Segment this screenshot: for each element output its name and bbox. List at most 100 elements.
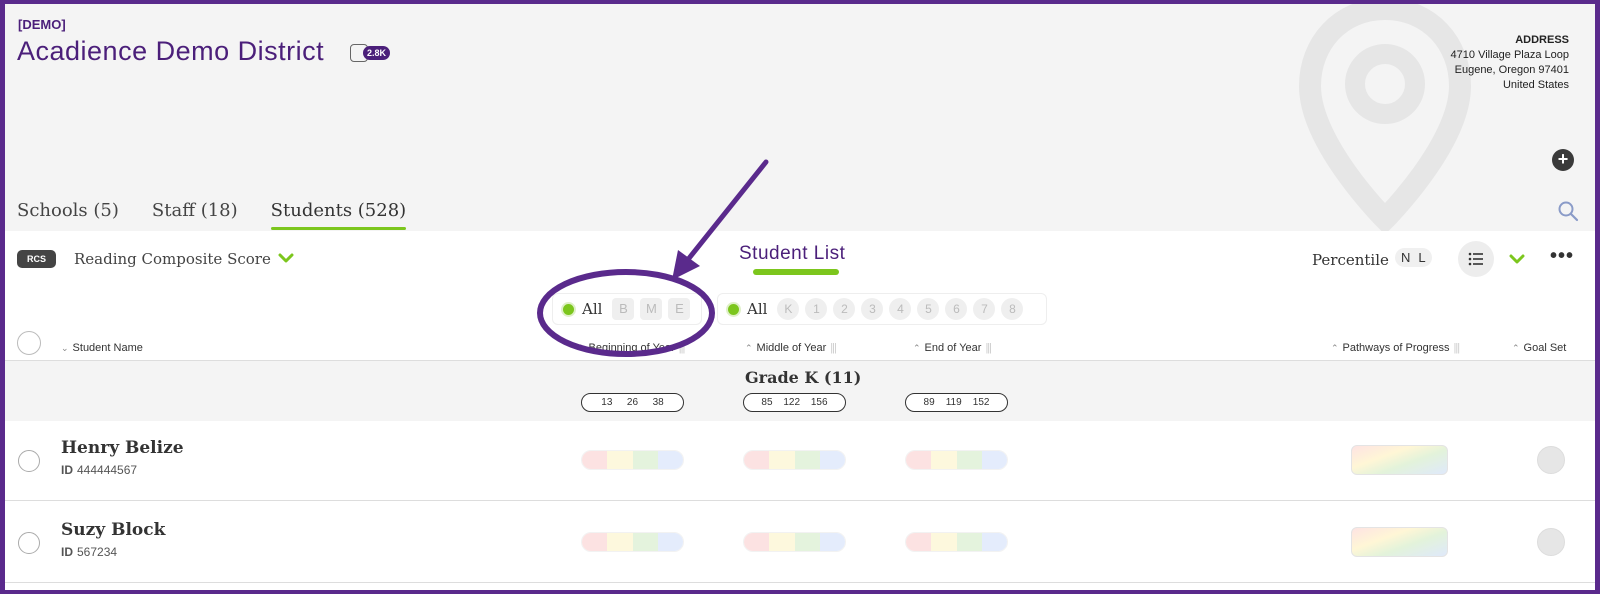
col-student-name[interactable]: ⌄ Student Name: [61, 342, 143, 354]
student-name[interactable]: Suzy Block: [61, 520, 165, 540]
table-row[interactable]: Henry Belize ID 444444567: [5, 421, 1595, 501]
col-boy-label: Beginning of Year: [588, 342, 675, 354]
col-boy[interactable]: ⌃ Beginning of Year |||: [577, 342, 686, 354]
student-id-value: 567234: [77, 545, 118, 559]
benchmark-value: 13: [601, 397, 613, 408]
student-id: ID 567234: [61, 545, 117, 559]
sort-icon: ⌃: [577, 343, 585, 353]
goal-set-indicator[interactable]: [1537, 446, 1565, 474]
row-checkbox[interactable]: [18, 532, 40, 554]
column-resize-icon: |||: [678, 342, 686, 354]
grade-chip-7[interactable]: 7: [973, 298, 996, 320]
grade-chip-6[interactable]: 6: [945, 298, 968, 320]
col-pathways[interactable]: ⌃ Pathways of Progress |||: [1331, 342, 1460, 354]
student-id-label: ID: [61, 545, 73, 559]
moy-score-bar[interactable]: [743, 532, 846, 552]
eoy-benchmark-pill: 89 119 152: [905, 393, 1008, 412]
more-options-icon[interactable]: •••: [1550, 246, 1574, 269]
grade-chip-3[interactable]: 3: [861, 298, 884, 320]
col-moy-label: Middle of Year: [756, 342, 827, 354]
tab-schools[interactable]: Schools (5): [17, 200, 119, 230]
measure-code-badge: RCS: [17, 250, 57, 268]
table-row[interactable]: Suzy Block ID 567234: [5, 503, 1595, 583]
grade-chip-1[interactable]: 1: [805, 298, 828, 320]
add-button[interactable]: +: [1552, 149, 1574, 171]
measure-label[interactable]: Reading Composite Score: [74, 250, 271, 268]
boy-score-bar[interactable]: [581, 532, 684, 552]
period-chip-b[interactable]: B: [612, 298, 635, 320]
benchmark-value: 38: [652, 397, 664, 408]
benchmark-value: 89: [923, 397, 935, 408]
tab-bar: Schools (5) Staff (18) Students (528): [17, 200, 439, 230]
eoy-score-bar[interactable]: [905, 450, 1008, 470]
col-student-name-label: Student Name: [72, 342, 143, 354]
tab-staff[interactable]: Staff (18): [152, 200, 238, 230]
eoy-score-bar[interactable]: [905, 532, 1008, 552]
grade-filter: All K 1 2 3 4 5 6 7 8: [717, 293, 1047, 325]
demo-tag: [DEMO]: [18, 17, 66, 32]
period-all-label[interactable]: All: [582, 300, 602, 318]
tab-students[interactable]: Students (528): [270, 200, 406, 230]
location-pin-watermark-icon: [1298, 4, 1472, 234]
badge-count: 2.8K: [363, 46, 391, 60]
boy-score-bar[interactable]: [581, 450, 684, 470]
grade-chip-4[interactable]: 4: [889, 298, 912, 320]
benchmark-value: 85: [761, 397, 773, 408]
benchmark-value: 122: [783, 397, 801, 408]
period-filter: All B M E: [552, 293, 702, 325]
toggle-n[interactable]: N: [1401, 250, 1410, 265]
col-moy[interactable]: ⌃ Middle of Year |||: [745, 342, 837, 354]
norms-toggle[interactable]: N L: [1395, 248, 1432, 267]
pathways-chart[interactable]: [1351, 445, 1448, 475]
address-heading: ADDRESS: [1515, 34, 1569, 46]
grade-chip-k[interactable]: K: [777, 298, 800, 320]
period-chip-m[interactable]: M: [640, 298, 663, 320]
benchmark-value: 152: [972, 397, 990, 408]
grade-group-label: Grade K (11): [745, 368, 862, 387]
sort-icon: ⌃: [1512, 343, 1520, 353]
sort-icon: ⌃: [745, 343, 753, 353]
address-block: ADDRESS 4710 Village Plaza Loop Eugene, …: [1451, 33, 1569, 93]
district-title: Acadience Demo District: [17, 36, 325, 66]
list-view-button[interactable]: [1458, 241, 1494, 277]
col-goal-set[interactable]: ⌃ Goal Set: [1512, 342, 1566, 354]
address-line: United States: [1502, 79, 1569, 91]
col-eoy-label: End of Year: [924, 342, 982, 354]
goal-set-indicator[interactable]: [1537, 528, 1565, 556]
col-goal-set-label: Goal Set: [1523, 342, 1567, 354]
col-eoy[interactable]: ⌃ End of Year |||: [913, 342, 992, 354]
column-resize-icon: |||: [830, 342, 837, 354]
list-title-underline: [753, 269, 839, 275]
moy-score-bar[interactable]: [743, 450, 846, 470]
grade-chip-5[interactable]: 5: [917, 298, 940, 320]
moy-benchmark-pill: 85 122 156: [743, 393, 846, 412]
boy-benchmark-pill: 13 26 38: [581, 393, 684, 412]
list-title: Student List: [739, 243, 846, 264]
sort-icon: ⌃: [1331, 343, 1339, 353]
pathways-chart[interactable]: [1351, 527, 1448, 557]
user-count-badge[interactable]: 2.8K: [350, 42, 394, 64]
address-line: 4710 Village Plaza Loop: [1450, 49, 1569, 61]
toggle-l[interactable]: L: [1418, 250, 1425, 265]
benchmark-value: 119: [945, 397, 962, 408]
student-id: ID 444444567: [61, 463, 137, 477]
student-name[interactable]: Henry Belize: [61, 438, 184, 458]
period-all-radio[interactable]: [561, 301, 576, 317]
column-resize-icon: |||: [985, 342, 992, 354]
student-list-panel: RCS Reading Composite Score Student List…: [5, 231, 1595, 590]
grade-all-label[interactable]: All: [747, 300, 767, 318]
grade-all-radio[interactable]: [726, 301, 741, 317]
chevron-down-icon[interactable]: [275, 247, 297, 269]
period-chip-e[interactable]: E: [668, 298, 691, 320]
address-line: Eugene, Oregon 97401: [1454, 64, 1569, 76]
grade-chip-8[interactable]: 8: [1001, 298, 1024, 320]
benchmark-value: 26: [626, 397, 639, 408]
select-all-checkbox[interactable]: [17, 331, 41, 355]
list-icon: [1468, 252, 1483, 266]
benchmark-value: 156: [810, 397, 828, 408]
grade-chip-2[interactable]: 2: [833, 298, 856, 320]
row-checkbox[interactable]: [18, 450, 40, 472]
chevron-down-icon[interactable]: [1506, 248, 1528, 270]
student-id-label: ID: [61, 463, 73, 477]
search-icon[interactable]: [1557, 200, 1579, 222]
